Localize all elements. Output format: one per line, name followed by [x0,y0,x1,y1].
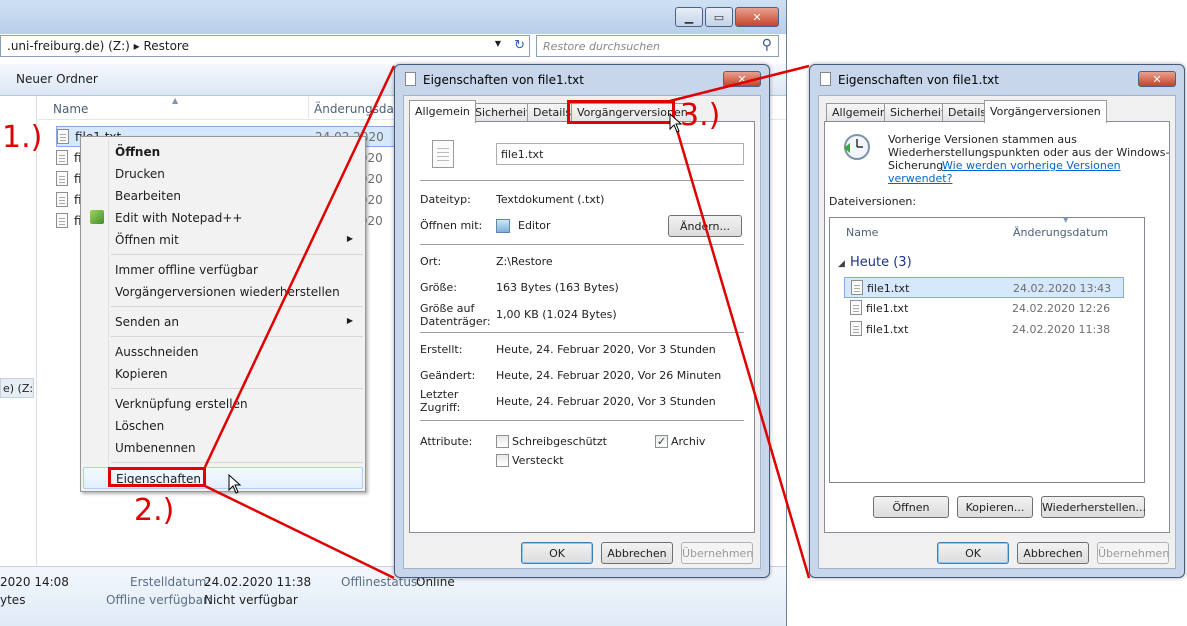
tab-general[interactable]: Allgemein [409,100,476,123]
mouse-cursor-icon [669,113,683,133]
callout-step-3: 3.) [680,98,721,133]
mouse-cursor-icon [228,474,242,494]
callout-lines [203,64,811,580]
callout-step-1: 1.) [2,120,43,155]
highlight-properties [108,467,206,487]
callout-step-2: 2.) [134,493,175,528]
highlight-previous-versions-tab [567,100,675,124]
tab-previous-versions[interactable]: Vorgängerversionen [984,100,1107,123]
